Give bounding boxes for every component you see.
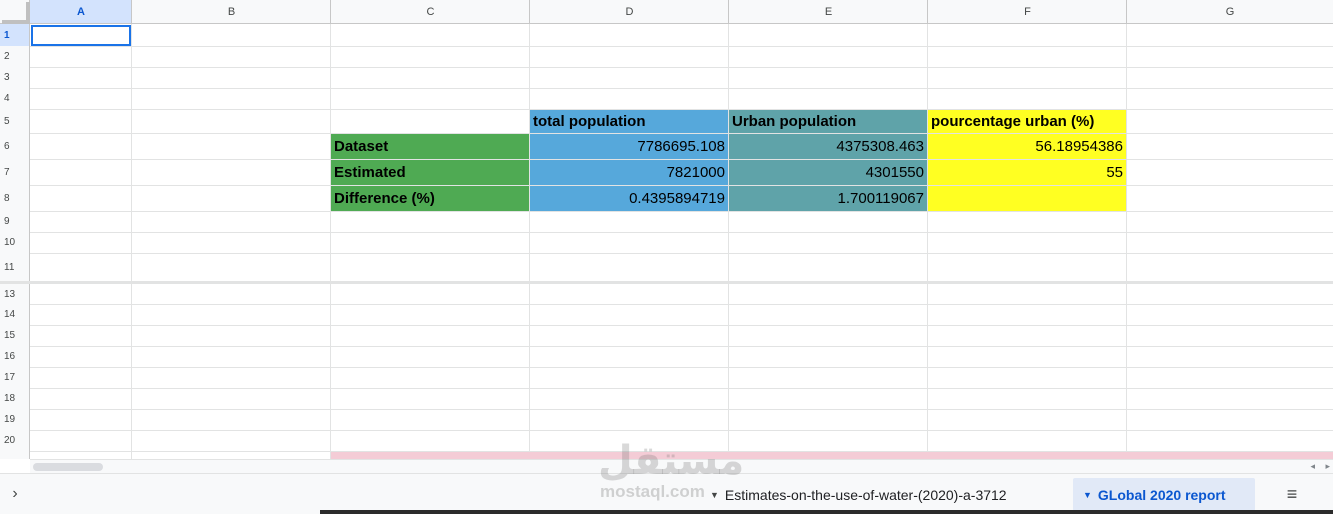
cell-f8[interactable] xyxy=(928,186,1126,211)
scroll-left-icon[interactable]: ◂ xyxy=(1310,461,1315,472)
row-header-1[interactable]: 1 xyxy=(0,24,30,46)
cell-e5[interactable]: Urban population xyxy=(729,110,927,133)
sheet-tab-label: GLobal 2020 report xyxy=(1097,486,1226,503)
row-header-17[interactable]: 17 xyxy=(0,367,30,388)
row-header-9[interactable]: 9 xyxy=(0,211,30,232)
spreadsheet-grid[interactable]: A B C D E F G 1 2 3 4 5 6 7 8 9 10 11 13… xyxy=(0,0,1333,459)
row-header-14[interactable]: 14 xyxy=(0,304,30,325)
cell-f5[interactable]: pourcentage urban (%) xyxy=(928,110,1126,133)
row-header-6[interactable]: 6 xyxy=(0,133,30,159)
row-header-10[interactable]: 10 xyxy=(0,232,30,253)
row-header-21[interactable] xyxy=(0,451,30,459)
cell-e6[interactable]: 4375308.463 xyxy=(729,134,927,159)
horizontal-scrollbar[interactable]: ◂ ▸ xyxy=(30,459,1333,473)
row-header-3[interactable]: 3 xyxy=(0,67,30,88)
pink-row-strip[interactable] xyxy=(331,452,1333,459)
column-header-e[interactable]: E xyxy=(729,0,928,24)
column-header-a[interactable]: A xyxy=(30,0,132,24)
sheet-tab-global-2020-report[interactable]: ▼ GLobal 2020 report xyxy=(1073,478,1255,511)
cell-c8[interactable]: Difference (%) xyxy=(331,186,529,211)
expand-sidebar-chevron-icon[interactable]: › xyxy=(6,483,24,505)
sheet-tab-label: Estimates-on-the-use-of-water-(2020)-a-3… xyxy=(724,486,1007,503)
row-header-4[interactable]: 4 xyxy=(0,88,30,109)
active-cell-a1[interactable] xyxy=(31,25,131,46)
cell-d7[interactable]: 7821000 xyxy=(530,160,728,185)
cell-e7[interactable]: 4301550 xyxy=(729,160,927,185)
sheet-tab-bar: › ▼ Estimates-on-the-use-of-water-(2020)… xyxy=(0,473,1333,514)
row-header-11[interactable]: 11 xyxy=(0,253,30,281)
row-header-20[interactable]: 20 xyxy=(0,430,30,451)
cell-e8[interactable]: 1.700119067 xyxy=(729,186,927,211)
cell-d6[interactable]: 7786695.108 xyxy=(530,134,728,159)
column-header-f[interactable]: F xyxy=(928,0,1127,24)
column-header-b[interactable]: B xyxy=(132,0,331,24)
row-header-16[interactable]: 16 xyxy=(0,346,30,367)
row-header-19[interactable]: 19 xyxy=(0,409,30,430)
scroll-right-icon[interactable]: ▸ xyxy=(1325,461,1330,472)
tab-dropdown-icon[interactable]: ▼ xyxy=(1083,490,1092,500)
sheet-tab-estimates[interactable]: ▼ Estimates-on-the-use-of-water-(2020)-a… xyxy=(700,478,1072,511)
row-header-8[interactable]: 8 xyxy=(0,185,30,211)
cell-f7[interactable]: 55 xyxy=(928,160,1126,185)
taskbar-edge xyxy=(320,510,1333,514)
row-header-13[interactable]: 13 xyxy=(0,284,30,304)
cell-f6[interactable]: 56.18954386 xyxy=(928,134,1126,159)
row-header-15[interactable]: 15 xyxy=(0,325,30,346)
scrollbar-thumb[interactable] xyxy=(33,463,103,471)
cell-d8[interactable]: 0.4395894719 xyxy=(530,186,728,211)
cell-c7[interactable]: Estimated xyxy=(331,160,529,185)
all-sheets-menu-icon[interactable]: ≡ xyxy=(1280,483,1304,505)
column-header-g[interactable]: G xyxy=(1127,0,1333,24)
column-header-c[interactable]: C xyxy=(331,0,530,24)
row-header-7[interactable]: 7 xyxy=(0,159,30,185)
cell-c6[interactable]: Dataset xyxy=(331,134,529,159)
cell-d5[interactable]: total population xyxy=(530,110,728,133)
row-header-2[interactable]: 2 xyxy=(0,46,30,67)
tab-dropdown-icon[interactable]: ▼ xyxy=(710,490,719,500)
row-header-18[interactable]: 18 xyxy=(0,388,30,409)
column-header-d[interactable]: D xyxy=(530,0,729,24)
row-header-5[interactable]: 5 xyxy=(0,109,30,133)
